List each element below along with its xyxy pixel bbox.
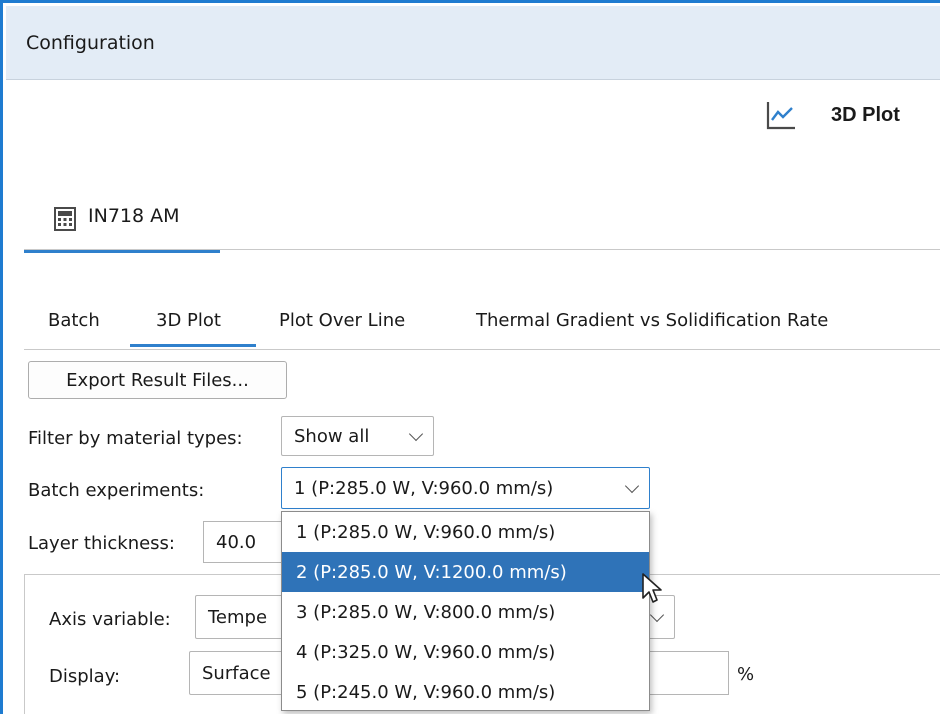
tab-thermal-gradient[interactable]: Thermal Gradient vs Solidification Rate	[476, 310, 828, 331]
export-result-files-button[interactable]: Export Result Files...	[28, 361, 287, 399]
chevron-down-icon	[408, 426, 424, 442]
percent-unit: %	[737, 664, 755, 685]
tab-batch[interactable]: Batch	[48, 310, 100, 331]
plot-header: 3D Plot	[765, 95, 900, 135]
batch-option-1[interactable]: 1 (P:285.0 W, V:960.0 mm/s)	[282, 512, 649, 552]
batch-option-2[interactable]: 2 (P:285.0 W, V:1200.0 mm/s)	[282, 552, 649, 592]
batch-option-3[interactable]: 3 (P:285.0 W, V:800.0 mm/s)	[282, 592, 649, 632]
batch-option-4[interactable]: 4 (P:325.0 W, V:960.0 mm/s)	[282, 632, 649, 672]
tab-in718-am-label: IN718 AM	[88, 205, 180, 227]
subtab-bar: Batch 3D Plot Plot Over Line Thermal Gra…	[24, 304, 940, 350]
layer-thickness-input[interactable]: 40.0	[203, 521, 293, 563]
display-value: Surface	[202, 662, 271, 684]
plot-header-title: 3D Plot	[831, 103, 900, 126]
chevron-down-icon	[649, 607, 665, 623]
layer-thickness-value: 40.0	[216, 531, 257, 553]
batch-experiments-value: 1 (P:285.0 W, V:960.0 mm/s)	[294, 477, 554, 499]
axis-variable-label: Axis variable:	[49, 609, 171, 630]
window-title: Configuration	[26, 32, 155, 54]
tab-divider	[24, 249, 940, 250]
filter-material-select[interactable]: Show all	[281, 416, 434, 456]
active-tab-indicator	[130, 344, 256, 347]
layer-thickness-label: Layer thickness:	[28, 533, 175, 554]
title-bar: Configuration	[6, 6, 940, 80]
mouse-pointer-icon	[642, 573, 662, 603]
chevron-down-icon	[624, 478, 640, 494]
tab-3d-plot[interactable]: 3D Plot	[156, 310, 221, 331]
filter-material-value: Show all	[294, 425, 370, 447]
batch-experiments-dropdown: 1 (P:285.0 W, V:960.0 mm/s) 2 (P:285.0 W…	[281, 511, 650, 711]
axis-variable-value: Tempe	[208, 606, 268, 628]
line-chart-icon	[766, 102, 795, 130]
display-label: Display:	[49, 666, 121, 687]
filter-label: Filter by material types:	[28, 428, 243, 449]
batch-experiments-select[interactable]: 1 (P:285.0 W, V:960.0 mm/s)	[281, 467, 650, 509]
tab-plot-over-line[interactable]: Plot Over Line	[279, 310, 405, 331]
batch-experiments-label: Batch experiments:	[28, 480, 205, 501]
calculator-icon	[54, 207, 76, 231]
tab-in718-am[interactable]: IN718 AM	[24, 195, 220, 253]
batch-option-5[interactable]: 5 (P:245.0 W, V:960.0 mm/s)	[282, 672, 649, 712]
